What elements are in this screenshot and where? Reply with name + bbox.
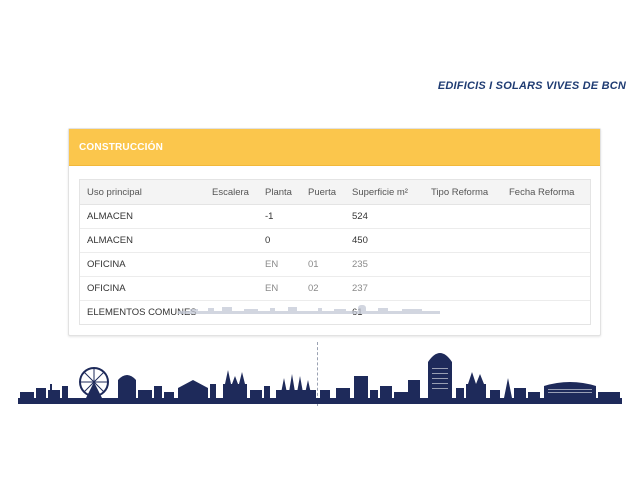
column-header-puerta: Puerta	[301, 180, 345, 205]
cell-superficie: 524	[345, 204, 424, 229]
table-row: ALMACEN 0 450	[80, 228, 590, 253]
construction-panel: CONSTRUCCIÓN Uso principal Escalera Plan…	[68, 128, 601, 336]
brand-title: EDIFICIS I SOLARS VIVES DE BCN	[437, 80, 626, 92]
cell-tipo-reforma	[424, 301, 502, 325]
cell-fecha-reforma	[502, 228, 590, 253]
column-header-tipo-reforma: Tipo Reforma	[424, 180, 502, 205]
construction-table: Uso principal Escalera Planta Puerta Sup…	[80, 180, 590, 324]
page: EDIFICIS I SOLARS VIVES DE BCN CONSTRUCC…	[0, 0, 640, 480]
cell-tipo-reforma	[424, 252, 502, 277]
cell-fecha-reforma	[502, 252, 590, 277]
cell-puerta: 01	[301, 252, 345, 277]
cell-tipo-reforma	[424, 204, 502, 229]
cell-planta: -1	[258, 204, 301, 229]
table-row: ELEMENTOS COMUNES 61	[80, 301, 590, 325]
cell-superficie: 450	[345, 228, 424, 253]
cell-escalera	[205, 252, 258, 277]
panel-header: CONSTRUCCIÓN	[69, 129, 600, 166]
cell-tipo-reforma	[424, 276, 502, 301]
column-header-superficie: Superficie m²	[345, 180, 424, 205]
cell-planta	[258, 301, 301, 325]
barcelona-skyline-image	[18, 353, 622, 404]
cell-uso: OFICINA	[80, 276, 205, 301]
construction-table-wrap: Uso principal Escalera Planta Puerta Sup…	[79, 179, 591, 325]
table-row: ALMACEN -1 524	[80, 204, 590, 229]
column-header-fecha-reforma: Fecha Reforma	[502, 180, 590, 205]
column-header-planta: Planta	[258, 180, 301, 205]
cell-fecha-reforma	[502, 204, 590, 229]
cell-puerta	[301, 301, 345, 325]
cell-superficie: 235	[345, 252, 424, 277]
cell-escalera	[205, 301, 258, 325]
cell-uso: OFICINA	[80, 252, 205, 277]
cell-escalera	[205, 228, 258, 253]
table-row: OFICINA EN 01 235	[80, 252, 590, 277]
cell-planta: EN	[258, 252, 301, 277]
cell-superficie: 61	[352, 307, 363, 318]
cell-fecha-reforma	[502, 301, 590, 325]
cell-superficie: 237	[345, 276, 424, 301]
cell-puerta: 02	[301, 276, 345, 301]
table-header-row: Uso principal Escalera Planta Puerta Sup…	[80, 180, 590, 205]
cell-tipo-reforma	[424, 228, 502, 253]
cell-escalera	[205, 204, 258, 229]
cell-puerta	[301, 204, 345, 229]
cell-fecha-reforma	[502, 276, 590, 301]
table-row: OFICINA EN 02 237	[80, 276, 590, 301]
panel-title: CONSTRUCCIÓN	[79, 141, 164, 153]
cell-uso: ELEMENTOS COMUNES	[87, 307, 197, 318]
cell-uso: ALMACEN	[80, 204, 205, 229]
cell-planta: EN	[258, 276, 301, 301]
cell-escalera	[205, 276, 258, 301]
cell-uso: ALMACEN	[80, 228, 205, 253]
column-header-escalera: Escalera	[205, 180, 258, 205]
cell-planta: 0	[258, 228, 301, 253]
column-header-uso-principal: Uso principal	[80, 180, 205, 205]
cell-puerta	[301, 228, 345, 253]
